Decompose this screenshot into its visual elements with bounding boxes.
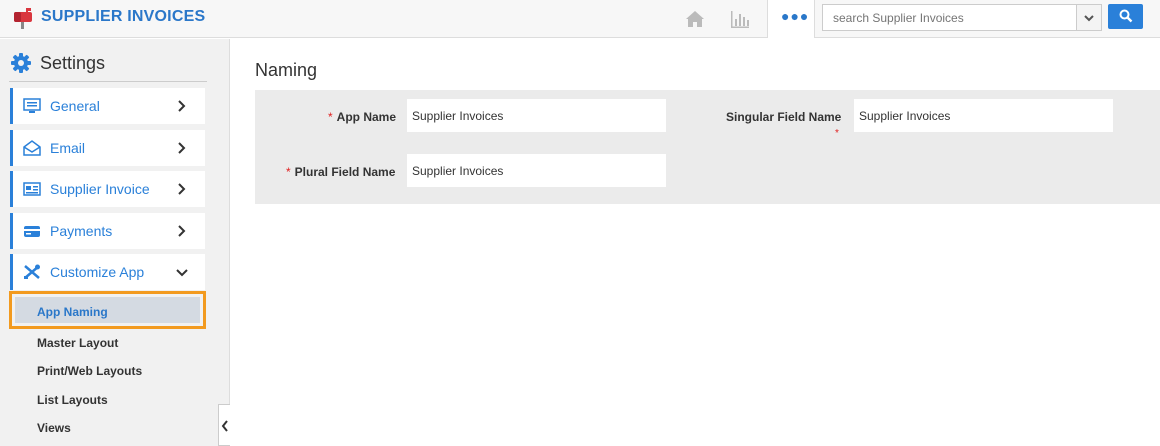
sidebar-collapse-button[interactable] bbox=[218, 404, 230, 446]
singular-field-name-label: Singular Field Name bbox=[726, 110, 842, 124]
sidebar-item-general[interactable]: General bbox=[10, 88, 205, 124]
subitem-print-web-layouts[interactable]: Print/Web Layouts bbox=[37, 364, 142, 378]
chevron-down-icon bbox=[176, 269, 188, 277]
singular-field-name-input[interactable] bbox=[854, 99, 1113, 132]
plural-field-name-label: * Plural Field Name bbox=[286, 165, 396, 179]
sidebar-item-email[interactable]: Email bbox=[10, 130, 205, 166]
top-bar: SUPPLIER INVOICES ●●● bbox=[0, 0, 1160, 38]
chevron-right-icon bbox=[178, 183, 186, 195]
sidebar-item-payments[interactable]: Payments bbox=[10, 213, 205, 249]
chevron-right-icon bbox=[178, 142, 186, 154]
subitem-list-layouts[interactable]: List Layouts bbox=[37, 393, 108, 407]
mailbox-icon bbox=[14, 8, 32, 29]
sidebar: Settings General Email Supplier Invoice … bbox=[0, 39, 230, 446]
plural-field-name-input[interactable] bbox=[407, 154, 666, 187]
search-dropdown-button[interactable] bbox=[1076, 4, 1102, 31]
tools-icon bbox=[24, 264, 40, 279]
chevron-left-icon bbox=[221, 420, 228, 432]
home-icon[interactable] bbox=[684, 8, 706, 30]
naming-form: *App Name Singular Field Name * *Plural … bbox=[255, 90, 1160, 204]
subitem-app-naming[interactable]: App Naming bbox=[37, 305, 108, 319]
invoice-icon bbox=[23, 182, 41, 196]
divider bbox=[9, 81, 207, 82]
sidebar-item-label: Email bbox=[50, 140, 86, 156]
required-marker: * bbox=[286, 165, 291, 179]
bar-chart-icon[interactable] bbox=[729, 8, 751, 30]
subitem-views[interactable]: Views bbox=[37, 421, 71, 435]
more-button[interactable]: ●●● bbox=[767, 0, 815, 38]
app-name-input[interactable] bbox=[407, 99, 666, 132]
app-title[interactable]: SUPPLIER INVOICES bbox=[41, 8, 205, 26]
chevron-right-icon bbox=[178, 225, 186, 237]
monitor-icon bbox=[23, 98, 41, 113]
subitem-master-layout[interactable]: Master Layout bbox=[37, 336, 118, 350]
credit-card-icon bbox=[24, 226, 40, 237]
sidebar-title: Settings bbox=[40, 53, 106, 73]
more-dots-icon: ●●● bbox=[781, 8, 810, 24]
app-name-label: * App Name bbox=[328, 110, 397, 124]
required-marker: * bbox=[328, 110, 333, 124]
sidebar-item-supplier-invoice[interactable]: Supplier Invoice bbox=[10, 171, 205, 207]
search-button[interactable] bbox=[1108, 4, 1143, 29]
required-marker: * bbox=[835, 128, 839, 139]
sidebar-item-label: Customize App bbox=[50, 264, 145, 280]
page-title: Naming bbox=[255, 60, 318, 80]
search-input[interactable] bbox=[822, 4, 1080, 31]
envelope-icon bbox=[23, 140, 41, 156]
sidebar-item-label: Payments bbox=[50, 223, 113, 239]
chevron-right-icon bbox=[178, 100, 186, 112]
sidebar-item-label: Supplier Invoice bbox=[50, 181, 150, 197]
sidebar-item-label: General bbox=[50, 98, 100, 114]
gear-icon bbox=[11, 53, 31, 73]
chevron-down-icon bbox=[1084, 15, 1094, 22]
search-icon bbox=[1119, 9, 1133, 23]
sidebar-item-customize-app[interactable]: Customize App bbox=[10, 254, 205, 290]
